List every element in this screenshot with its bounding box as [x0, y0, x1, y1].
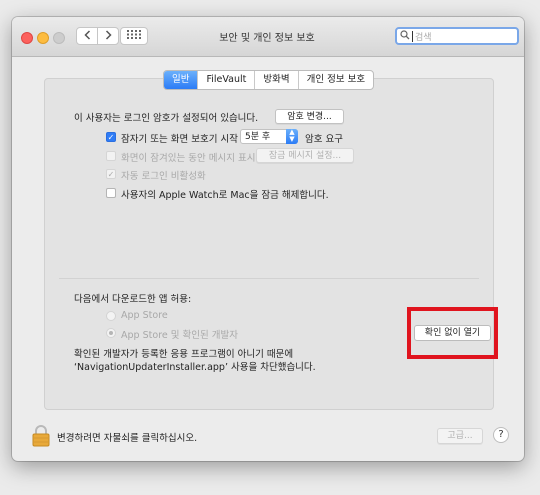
general-pane: 이 사용자는 로그인 암호가 설정되어 있습니다. 암호 변경... ✓ 잠자기… — [44, 78, 494, 410]
tab-privacy[interactable]: 개인 정보 보호 — [297, 71, 373, 89]
tab-general[interactable]: 일반 — [164, 71, 198, 89]
close-window-button[interactable] — [21, 32, 33, 44]
lock-hint-text: 변경하려면 자물쇠를 클릭하십시오. — [57, 433, 198, 444]
radio-app-store-label: App Store — [121, 310, 168, 321]
checkmark-icon: ✓ — [107, 170, 115, 179]
require-password-suffix: 암호 요구 — [305, 134, 343, 145]
back-button[interactable] — [76, 27, 98, 45]
chevron-updown-icon: ▲ ▼ — [286, 129, 298, 144]
disable-auto-login-checkbox[interactable]: ✓ — [106, 169, 116, 179]
show-all-button[interactable] — [120, 27, 148, 45]
chevron-left-icon — [83, 29, 91, 43]
forward-button[interactable] — [97, 27, 119, 45]
apple-watch-label: 사용자의 Apple Watch로 Mac을 잠금 해제합니다. — [121, 190, 329, 201]
radio-app-store[interactable] — [106, 311, 116, 321]
disable-auto-login-label: 자동 로그인 비활성화 — [121, 171, 206, 182]
search-placeholder: 검색 — [415, 32, 432, 43]
password-delay-select[interactable]: 5분 후 ▲ ▼ — [240, 129, 298, 144]
apple-watch-checkbox[interactable] — [106, 188, 116, 198]
set-lock-message-button[interactable]: 잠금 메시지 설정... — [256, 148, 354, 163]
help-button[interactable]: ? — [493, 427, 509, 443]
checkmark-icon: ✓ — [107, 133, 115, 142]
blocked-message-line1: 확인된 개발자가 등록한 응용 프로그램이 아니기 때문에 — [74, 349, 294, 360]
security-privacy-window: 보안 및 개인 정보 보호 검색 일반 FileVault 방화벽 개인 정보 … — [12, 17, 524, 461]
tab-filevault[interactable]: FileVault — [197, 71, 254, 89]
search-field[interactable]: 검색 — [395, 27, 519, 45]
advanced-button[interactable]: 고급... — [437, 428, 483, 444]
title-bar: 보안 및 개인 정보 보호 검색 — [12, 17, 524, 57]
blocked-message-line2: ‘NavigationUpdaterInstaller.app’ 사용을 차단했… — [74, 362, 316, 373]
downloads-heading: 다음에서 다운로드한 앱 허용: — [74, 294, 192, 305]
tab-bar: 일반 FileVault 방화벽 개인 정보 보호 — [163, 70, 375, 90]
search-icon — [400, 29, 410, 43]
password-delay-value: 5분 후 — [245, 132, 271, 142]
minimize-window-button[interactable] — [37, 32, 49, 44]
window-title: 보안 및 개인 정보 보호 — [219, 33, 315, 44]
radio-app-store-identified[interactable] — [106, 328, 116, 338]
change-password-button[interactable]: 암호 변경... — [275, 109, 344, 124]
grid-icon — [127, 30, 141, 42]
footer-bar: 변경하려면 자물쇠를 클릭하십시오. 고급... ? — [12, 413, 524, 461]
lock-icon[interactable] — [32, 425, 50, 450]
show-message-checkbox[interactable] — [106, 151, 116, 161]
require-password-label: 잠자기 또는 화면 보호기 시작 — [121, 134, 238, 145]
section-divider — [59, 278, 479, 279]
require-password-checkbox[interactable]: ✓ — [106, 132, 116, 142]
radio-app-store-identified-label: App Store 및 확인된 개발자 — [121, 330, 238, 341]
tab-firewall[interactable]: 방화벽 — [254, 71, 297, 89]
open-anyway-button[interactable]: 확인 없이 열기 — [414, 325, 491, 341]
show-message-label: 화면이 잠겨있는 동안 메시지 표시 — [121, 153, 256, 164]
chevron-right-icon — [105, 29, 112, 43]
login-password-text: 이 사용자는 로그인 암호가 설정되어 있습니다. — [74, 113, 259, 124]
zoom-window-button[interactable] — [53, 32, 65, 44]
text-caret — [412, 30, 413, 42]
